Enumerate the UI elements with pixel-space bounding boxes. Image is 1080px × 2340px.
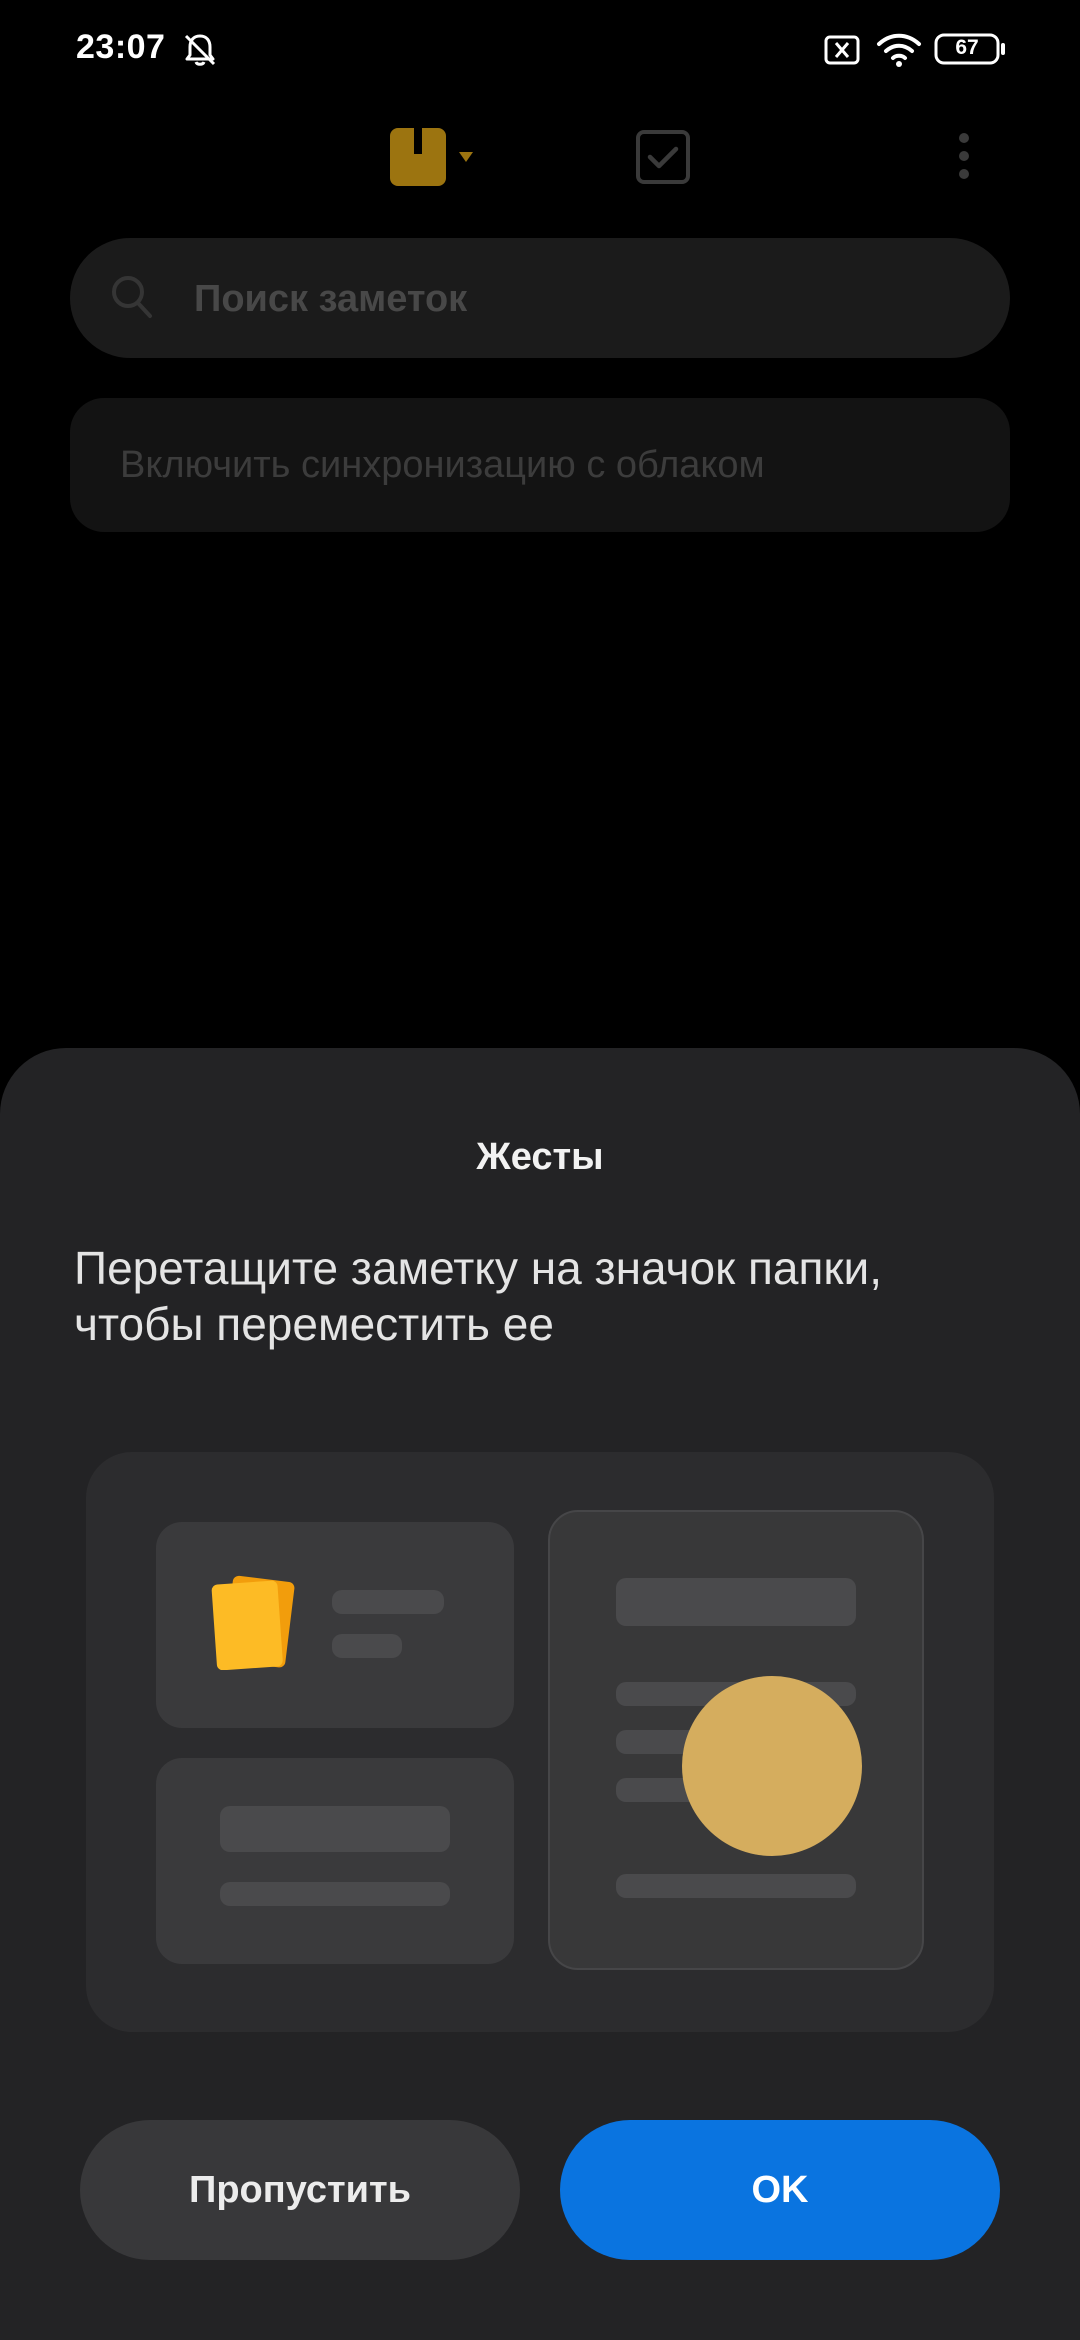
chevron-down-icon[interactable] [458,150,474,169]
more-vert-icon[interactable] [956,132,972,185]
battery-icon: 67 [934,32,1006,71]
search-placeholder: Поиск заметок [194,278,468,320]
illustration-line [220,1806,450,1852]
status-time: 23:07 [76,28,166,66]
battery-level: 67 [955,36,979,59]
illustration-note-card [156,1522,514,1728]
illustration-line [616,1874,856,1898]
sheet-title: Жесты [476,1136,604,1178]
cloud-sync-banner[interactable]: Включить синхронизацию с облаком [70,398,1010,532]
sheet-description: Перетащите заметку на значок папки, чтоб… [74,1242,883,1350]
bell-off-icon [180,30,220,75]
notes-stack-icon [206,1574,302,1675]
checklist-icon[interactable] [636,130,690,189]
illustration-note-card [156,1758,514,1964]
wifi-icon [876,30,922,75]
skip-button[interactable]: Пропустить [80,2120,520,2260]
status-bar: 23:07 67 [0,0,1080,100]
folder-icon[interactable] [390,128,446,191]
ok-button[interactable]: OK [560,2120,1000,2260]
notes-screen: 23:07 67 Поиск заметок Включить синхрони… [0,0,1080,2340]
illustration-line [616,1578,856,1626]
illustration-line [332,1634,402,1658]
no-sim-icon [824,34,860,71]
illustration-line [220,1882,450,1906]
search-input[interactable]: Поиск заметок [70,238,1010,358]
search-icon [110,274,154,325]
illustration-line [332,1590,444,1614]
cloud-sync-label: Включить синхронизацию с облаком [120,444,765,486]
touch-indicator-icon [682,1676,862,1861]
